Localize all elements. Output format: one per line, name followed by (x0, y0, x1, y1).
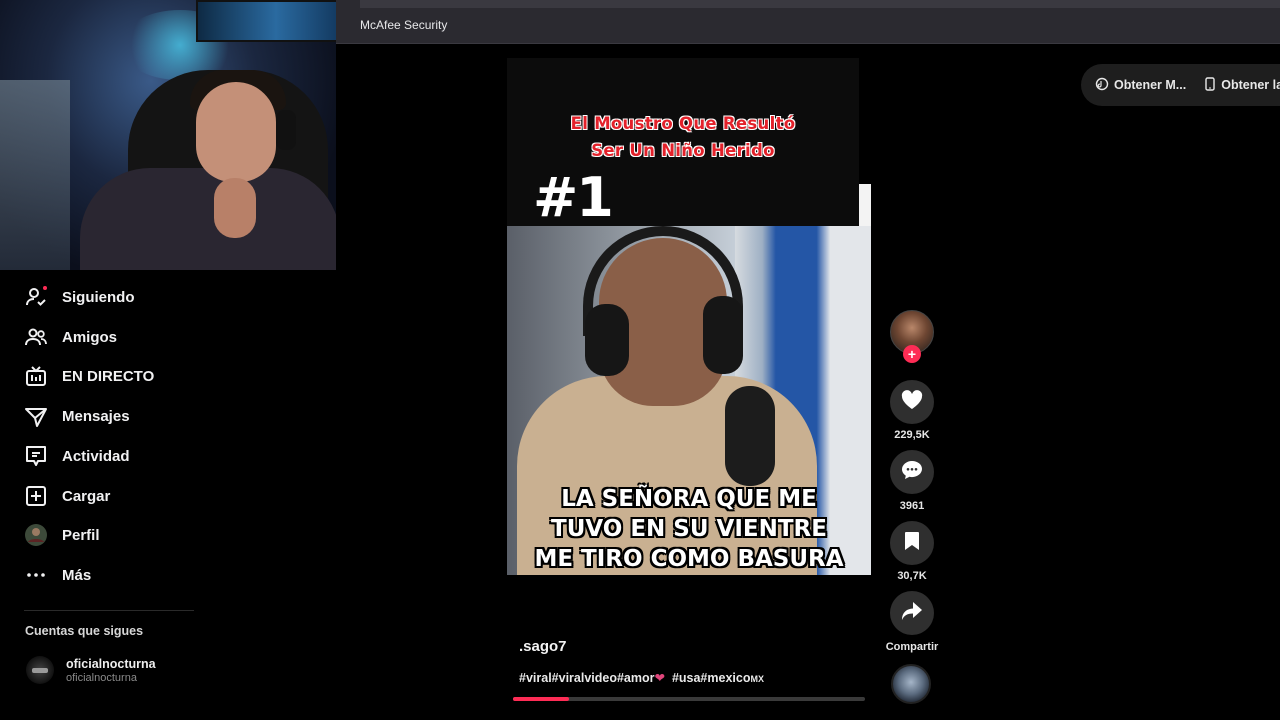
bookmark-mcafee[interactable]: McAfee Security (360, 18, 447, 32)
bookmark-icon (904, 531, 920, 556)
sidebar-item-label: Mensajes (62, 407, 130, 425)
account-avatar (26, 656, 54, 684)
sidebar-item-label: Siguiendo (62, 288, 135, 306)
sidebar-item-live[interactable]: EN DIRECTO (24, 362, 154, 390)
video-subtitle: LA SEÑORA QUE ME TUVO EN SU VIENTRE ME T… (507, 484, 871, 574)
friends-icon (24, 325, 48, 349)
video-progress-bar[interactable] (513, 697, 865, 701)
sidebar-item-label: Más (62, 566, 92, 584)
comment-button[interactable] (890, 450, 934, 494)
share-arrow-icon (901, 601, 923, 626)
video-progress-fill (513, 697, 570, 701)
get-app-bar: Obtener M... Obtener la (1081, 64, 1280, 106)
video-overlay-title: El Moustro Que Resultó Ser Un Niño Herid… (507, 110, 859, 164)
sidebar-item-label: Perfil (62, 526, 100, 544)
microphone (725, 386, 775, 486)
comment-icon (901, 460, 923, 485)
get-desktop-label: Obtener la (1221, 78, 1280, 92)
follow-plus-icon[interactable]: + (903, 345, 921, 363)
headphones-left (585, 304, 629, 376)
streamer-hand (214, 178, 256, 238)
get-app-button[interactable]: Obtener M... (1095, 77, 1186, 94)
phone-icon (1204, 76, 1216, 94)
video-actions: + 229,5K 3961 30,7K Compartir (884, 310, 940, 720)
following-icon (24, 285, 48, 309)
more-icon (24, 563, 48, 587)
sidebar-item-label: Amigos (62, 328, 118, 346)
hashtag-suffix: MX (750, 674, 764, 684)
video-title-line2: Ser Un Niño Herido (591, 141, 775, 160)
sidebar-divider (24, 610, 194, 611)
following-account-item[interactable]: oficialnocturna oficialnocturna (26, 656, 156, 684)
subtitle-line1: LA SEÑORA QUE ME (561, 486, 817, 512)
like-count: 229,5K (894, 429, 930, 441)
hashtag-link[interactable]: #viral#viralvideo#amor (519, 671, 655, 685)
hashtag-link[interactable]: #usa#mexico (672, 671, 751, 685)
save-count: 30,7K (897, 570, 927, 582)
sidebar-item-following[interactable]: Siguiendo (24, 283, 135, 311)
activity-icon (24, 444, 48, 468)
account-name: oficialnocturna (66, 656, 156, 671)
account-handle: oficialnocturna (66, 671, 137, 684)
save-button[interactable] (890, 521, 934, 565)
bookmark-label: McAfee Security (360, 18, 448, 32)
profile-avatar-icon (24, 523, 48, 547)
messages-icon (24, 404, 48, 428)
sidebar-item-messages[interactable]: Mensajes (24, 402, 130, 430)
music-disc-icon[interactable] (891, 664, 931, 704)
subtitle-line3: ME TIRO COMO BASURA (534, 546, 844, 572)
video-frame: LA SEÑORA QUE ME TUVO EN SU VIENTRE ME T… (507, 226, 871, 575)
heart-emoji-icon: ❤ (654, 671, 665, 685)
webcam-overlay (0, 0, 336, 270)
sidebar-item-label: Cargar (62, 487, 111, 505)
background-wall (0, 80, 70, 270)
get-app-label: Obtener M... (1114, 78, 1187, 92)
upload-icon (24, 484, 48, 508)
video-episode-number: #1 (533, 166, 614, 229)
like-button[interactable] (890, 380, 934, 424)
browser-address-strip (360, 0, 1280, 8)
sidebar-item-friends[interactable]: Amigos (24, 323, 117, 351)
video-player[interactable]: El Moustro Que Resultó Ser Un Niño Herid… (507, 58, 871, 575)
sidebar-item-activity[interactable]: Actividad (24, 442, 130, 470)
video-author[interactable]: .sago7 (519, 638, 567, 655)
streamer-headset (276, 110, 296, 150)
headphones-right (703, 296, 743, 374)
following-accounts-title: Cuentas que sigues (25, 624, 144, 638)
sidebar-item-profile[interactable]: Perfil (24, 521, 100, 549)
comment-count: 3961 (899, 500, 925, 512)
sidebar-nav: Siguiendo Amigos EN DIRECTO Mensajes Act… (0, 270, 200, 720)
get-desktop-app-button[interactable]: Obtener la (1204, 76, 1280, 94)
streamer-face (196, 82, 276, 182)
sidebar-item-label: Actividad (62, 447, 130, 465)
video-hashtags: #viral#viralvideo#amor❤ #usa#mexicoMX (519, 670, 764, 685)
subtitle-line2: TUVO EN SU VIENTRE (551, 516, 827, 542)
share-button[interactable] (890, 591, 934, 635)
sidebar-item-upload[interactable]: Cargar (24, 482, 110, 510)
streamer-body (80, 168, 336, 270)
share-label: Compartir (885, 641, 939, 653)
live-icon (24, 364, 48, 388)
video-title-line1: El Moustro Que Resultó (570, 114, 796, 133)
video-edge-stripe (859, 184, 871, 226)
sidebar-item-more[interactable]: Más (24, 561, 91, 589)
background-monitor (196, 0, 336, 42)
heart-icon (901, 389, 923, 415)
app-icon (1095, 77, 1109, 94)
sidebar-item-label: EN DIRECTO (62, 367, 155, 385)
